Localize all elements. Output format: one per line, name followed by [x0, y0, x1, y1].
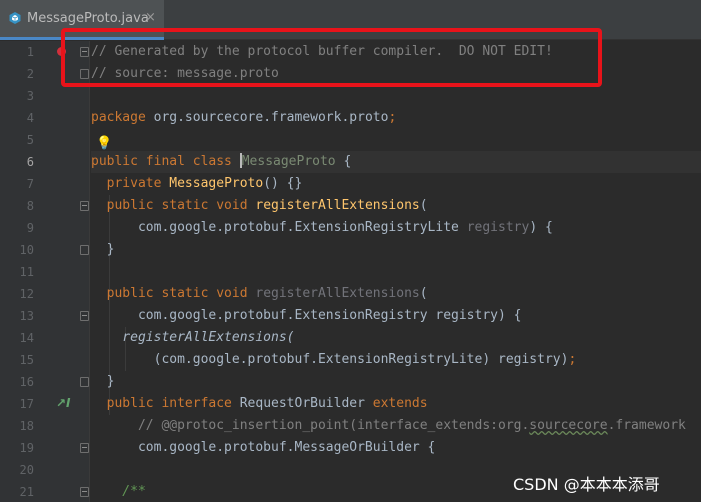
code-text: com.google.protobuf.ExtensionRegistryLit… [91, 220, 467, 235]
line-number: 11 [19, 265, 34, 279]
method-name: registerAllExtensions [255, 198, 420, 213]
fold-toggle-icon[interactable] [80, 487, 89, 497]
keyword: public final class [91, 154, 240, 169]
code-line-8: public static void registerAllExtensions… [91, 195, 428, 217]
line-number: 4 [26, 111, 34, 125]
keyword: extends [372, 396, 428, 411]
line-number: 1 [26, 45, 34, 59]
semicolon: ; [568, 352, 577, 367]
code-text: ( [419, 198, 428, 213]
editor-gutter[interactable]: 1 2 3 4 5 6 7 8 9 10 11 12 13 14 15 16 1… [0, 41, 90, 502]
code-line-15: (com.google.protobuf.ExtensionRegistryLi… [91, 349, 577, 371]
line-number: 15 [19, 353, 34, 367]
implemented-marker-icon[interactable]: ↗I [56, 396, 71, 410]
lightbulb-icon[interactable]: 💡 [96, 136, 112, 151]
code-text: () {} [263, 176, 303, 191]
code-line-21: /** [91, 484, 146, 499]
code-line-10: } [91, 242, 115, 257]
line-number: 17 [19, 397, 34, 411]
line-number-current: 6 [26, 155, 34, 169]
keyword: public interface [91, 396, 240, 411]
protobuf-file-icon [9, 12, 21, 24]
semicolon: ; [388, 110, 397, 125]
fold-toggle-icon[interactable] [80, 443, 89, 453]
constructor-name: MessageProto [169, 176, 264, 191]
code-line-18: // @@protoc_insertion_point(interface_ex… [91, 415, 686, 437]
line-number: 5 [26, 133, 34, 147]
code-line-4: package org.sourcecore.framework.proto; [91, 107, 396, 129]
line-number: 3 [26, 89, 34, 103]
watermark: CSDN @本本本添哥 [513, 475, 660, 494]
line-number: 14 [19, 331, 34, 345]
code-line-6: public final class MessageProto { [91, 151, 701, 173]
fold-toggle-icon[interactable] [80, 201, 89, 211]
class-name: MessageProto [241, 154, 336, 169]
unused-method-name: registerAllExtensions [255, 286, 420, 301]
line-number: 12 [19, 287, 34, 301]
line-number: 19 [19, 441, 34, 455]
keyword: private [91, 176, 170, 191]
line-number: 18 [19, 419, 34, 433]
unused-parameter: registry [466, 220, 530, 235]
code-text: (com.google.protobuf.ExtensionRegistryLi… [91, 352, 569, 367]
line-number: 13 [19, 309, 34, 323]
code-line-12: public static void registerAllExtensions… [91, 283, 428, 305]
close-icon[interactable]: × [145, 10, 156, 25]
line-number: 2 [26, 67, 34, 81]
line-number: 8 [26, 199, 34, 213]
line-number: 16 [19, 375, 34, 389]
code-line-7: private MessageProto() {} [91, 173, 303, 195]
comment-text: // @@protoc_insertion_point(interface_ex… [91, 418, 530, 433]
line-number: 7 [26, 177, 34, 191]
typo-word: sourcecore [529, 418, 608, 433]
line-number: 20 [19, 463, 34, 477]
code-line-9: com.google.protobuf.ExtensionRegistryLit… [91, 217, 553, 239]
line-number: 10 [19, 243, 34, 257]
tab-label: MessageProto.java [27, 11, 149, 26]
code-text: ( [419, 286, 428, 301]
line-number: 9 [26, 221, 34, 235]
package-name: org.sourcecore.framework.proto [145, 110, 389, 125]
code-line-16: } [91, 374, 115, 389]
fold-end-icon[interactable] [80, 245, 89, 255]
brace: { [335, 154, 352, 169]
code-line-14: registerAllExtensions( [91, 330, 295, 345]
keyword: public static void [91, 198, 256, 213]
fold-toggle-icon[interactable] [80, 311, 89, 321]
comment-text: .framework [607, 418, 686, 433]
red-annotation-box [61, 28, 602, 87]
keyword: package [91, 110, 146, 125]
code-editor[interactable]: // Generated by the protocol buffer comp… [91, 41, 701, 502]
fold-end-icon[interactable] [80, 377, 89, 387]
code-line-17: public interface RequestOrBuilder extend… [91, 393, 428, 415]
interface-name: RequestOrBuilder [239, 396, 373, 411]
code-line-19: com.google.protobuf.MessageOrBuilder { [91, 440, 436, 455]
keyword: public static void [91, 286, 256, 301]
code-line-13: com.google.protobuf.ExtensionRegistry re… [91, 308, 522, 323]
line-number: 21 [19, 485, 34, 499]
code-text: ) { [529, 220, 553, 235]
